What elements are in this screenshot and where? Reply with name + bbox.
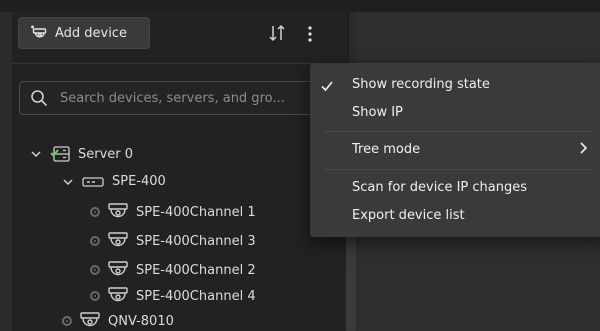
tree-label-nvr: SPE-400 (112, 174, 166, 189)
tree-options-menu: Show recording state Show IP Tree mode S… (310, 63, 600, 237)
menu-item-tree-mode[interactable]: Tree mode (352, 142, 420, 157)
top-strip (0, 0, 600, 12)
add-device-icon (31, 25, 47, 38)
recording-dot-icon (90, 236, 100, 246)
tree-scrollbar[interactable] (346, 225, 356, 331)
camera-icon (108, 232, 128, 247)
tree-label-channel: SPE-400Channel 1 (136, 204, 256, 220)
add-device-label: Add device (55, 25, 128, 41)
menu-item-show-ip[interactable]: Show IP (352, 105, 403, 120)
tree-label-channel: SPE-400Channel 3 (136, 233, 256, 249)
check-icon (321, 81, 333, 92)
tree-row-channel[interactable]: SPE-400Channel 4 (90, 287, 256, 305)
menu-item-scan-ip-changes[interactable]: Scan for device IP changes (352, 180, 527, 195)
chevron-right-icon (580, 142, 588, 154)
toolbar-divider (12, 63, 348, 64)
server-icon (50, 146, 70, 162)
more-vertical-icon[interactable] (302, 24, 318, 44)
recording-dot-icon (90, 265, 100, 275)
menu-item-show-recording-state[interactable]: Show recording state (352, 77, 490, 92)
tree-row-channel[interactable]: SPE-400Channel 1 (90, 203, 256, 221)
menu-item-export-device-list[interactable]: Export device list (352, 208, 465, 223)
tree-label-channel: SPE-400Channel 4 (136, 288, 256, 304)
menu-divider (324, 169, 592, 170)
camera-icon (108, 261, 128, 276)
recording-dot-icon (90, 291, 100, 301)
recording-dot-icon (62, 316, 72, 326)
camera-icon (80, 312, 100, 327)
device-tree-panel (12, 12, 349, 331)
search-icon (31, 90, 48, 107)
tree-row-channel[interactable]: SPE-400Channel 3 (90, 232, 256, 250)
search-box[interactable] (19, 81, 341, 115)
nvr-icon (82, 176, 104, 187)
tree-label-server: Server 0 (78, 146, 134, 162)
chevron-down-icon[interactable] (62, 176, 74, 188)
camera-icon (108, 203, 128, 218)
camera-icon (108, 287, 128, 302)
tree-row-server[interactable]: Server 0 (30, 145, 133, 163)
tree-label-channel: SPE-400Channel 2 (136, 262, 256, 278)
search-input[interactable] (58, 89, 302, 107)
tree-label-camera: QNV-8010 (108, 313, 174, 329)
add-device-button[interactable]: Add device (18, 17, 150, 49)
menu-divider (324, 131, 592, 132)
sort-icon[interactable] (268, 22, 286, 44)
tree-row-nvr[interactable]: SPE-400 (62, 174, 166, 189)
tree-row-channel[interactable]: SPE-400Channel 2 (90, 261, 256, 279)
chevron-down-icon[interactable] (30, 148, 42, 160)
recording-dot-icon (90, 207, 100, 217)
tree-row-camera[interactable]: QNV-8010 (62, 312, 174, 330)
